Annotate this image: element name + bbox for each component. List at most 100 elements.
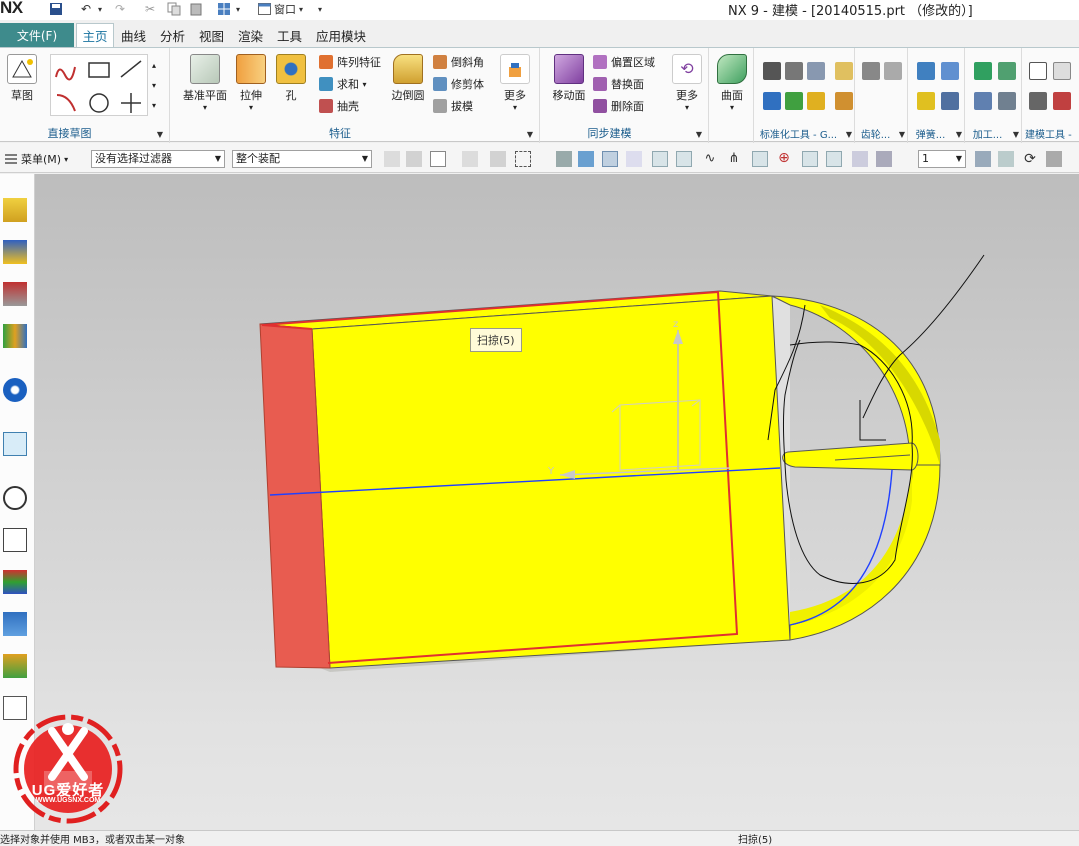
edge-blend-button[interactable]: 边倒圆	[389, 54, 427, 103]
feature-more-button[interactable]: 更多 ▾	[497, 54, 533, 112]
surface-point-snap-icon[interactable]	[852, 151, 868, 167]
solid-body-icon[interactable]	[556, 151, 572, 167]
spring-delete-icon[interactable]	[941, 92, 959, 110]
undo-icon[interactable]: ↶	[78, 1, 94, 17]
database-tool-icon[interactable]	[807, 62, 825, 80]
spring-group-dropdown-icon[interactable]: ▼	[956, 130, 962, 139]
replace-face-button[interactable]: 替换面	[593, 75, 644, 93]
center-tab[interactable]	[782, 442, 919, 471]
grid-tool-icon[interactable]	[763, 62, 781, 80]
unite-button[interactable]: 求和 ▾	[319, 75, 367, 93]
pattern-feature-button[interactable]: 阵列特征	[319, 53, 381, 71]
box-select-icon[interactable]	[515, 151, 531, 167]
point-on-curve-snap-icon[interactable]	[826, 151, 842, 167]
touch-mode-icon[interactable]	[216, 1, 232, 17]
spring-tool-icon[interactable]	[785, 92, 803, 110]
system-materials-icon[interactable]	[3, 528, 27, 552]
upper-arc-flange[interactable]	[771, 295, 941, 466]
shell-button[interactable]: 抽壳	[319, 97, 359, 115]
part-navigator-icon[interactable]	[3, 198, 27, 222]
profile-icon[interactable]	[55, 66, 76, 81]
graphics-window[interactable]: z Y 扫掠(5)	[35, 174, 1079, 830]
save-icon[interactable]	[48, 1, 64, 17]
process-studio-icon[interactable]	[3, 570, 27, 594]
manufacturing-wizard-icon[interactable]	[3, 612, 27, 636]
select-faces-icon[interactable]	[490, 151, 506, 167]
hd3d-tools-icon[interactable]	[3, 378, 27, 402]
touch-mode-dropdown-icon[interactable]: ▾	[234, 1, 242, 17]
customize-quick-access-icon[interactable]: ▾	[316, 1, 324, 17]
quadrant-snap-icon[interactable]: ⊕	[776, 151, 792, 167]
window-menu[interactable]: 窗口 ▾	[258, 1, 318, 17]
edit-tool-icon[interactable]	[1053, 92, 1071, 110]
copy-icon[interactable]	[166, 1, 182, 17]
gear-mesh-icon[interactable]	[884, 62, 902, 80]
triangle-tool-icon[interactable]	[1029, 62, 1047, 80]
reuse-library-icon[interactable]	[3, 324, 27, 348]
tab-applications[interactable]: 应用模块	[316, 23, 366, 47]
surface-button[interactable]: 曲面 ▾	[714, 54, 750, 112]
mid-point-snap-icon[interactable]	[676, 151, 692, 167]
sketch-gallery-scroll[interactable]: ▴ ▾ ▾	[152, 56, 156, 116]
rectangle-icon[interactable]	[88, 62, 110, 78]
move-face-button[interactable]: 移动面	[549, 54, 589, 103]
chamfer-button[interactable]: 倒斜角	[433, 53, 484, 71]
work-layer-select[interactable]: 1 ▼	[918, 150, 966, 168]
spring-icon[interactable]	[917, 62, 935, 80]
standard-tools-dropdown-icon[interactable]: ▼	[846, 130, 852, 139]
pen-icon[interactable]	[941, 62, 959, 80]
sync-group-dropdown-icon[interactable]: ▼	[696, 130, 702, 139]
line-icon[interactable]	[120, 60, 142, 78]
tab-tools[interactable]: 工具	[277, 23, 302, 47]
selection-scope-select[interactable]: 整个装配 ▼	[232, 150, 372, 168]
part-tool-icon[interactable]	[835, 92, 853, 110]
file-menu[interactable]: 文件(F)	[0, 23, 74, 47]
check-tool-icon[interactable]	[974, 62, 992, 80]
constraint-navigator-icon[interactable]	[3, 282, 27, 306]
bearing-tool-icon[interactable]	[807, 92, 825, 110]
offset-region-button[interactable]: 偏置区域	[593, 53, 655, 71]
feature-filter-icon[interactable]	[406, 151, 422, 167]
machining-tool-icon[interactable]	[998, 62, 1016, 80]
tab-home[interactable]: 主页	[76, 23, 114, 47]
fit-view-icon[interactable]	[975, 151, 991, 167]
menu-button[interactable]: 菜单(M) ▾	[4, 151, 68, 167]
grid-snap-icon[interactable]	[876, 151, 892, 167]
machining-group-dropdown-icon[interactable]: ▼	[1013, 130, 1019, 139]
model-view[interactable]	[35, 174, 1079, 830]
web-browser-icon[interactable]	[3, 432, 27, 456]
sketch-button[interactable]: 草图	[4, 54, 40, 103]
sheet-body-icon[interactable]	[578, 151, 594, 167]
curve-point-snap-icon[interactable]: ∿	[702, 151, 718, 167]
tab-view[interactable]: 视图	[199, 23, 224, 47]
datum-plane-button[interactable]: 基准平面 ▾	[179, 54, 231, 112]
circle-icon[interactable]	[89, 93, 109, 113]
trim-body-button[interactable]: 修剪体	[433, 75, 484, 93]
fastener-tool-icon[interactable]	[763, 92, 781, 110]
report-tool-icon[interactable]	[974, 92, 992, 110]
layer-tool-icon[interactable]	[785, 62, 803, 80]
redo-icon[interactable]: ↷	[112, 1, 128, 17]
pan-icon[interactable]	[1046, 151, 1062, 167]
tab-analysis[interactable]: 分析	[160, 23, 185, 47]
coil-icon[interactable]	[917, 92, 935, 110]
zoom-icon[interactable]	[998, 151, 1014, 167]
snap-point-icon[interactable]	[430, 151, 446, 167]
extrude-button[interactable]: 拉伸 ▾	[233, 54, 269, 112]
document-tool-icon[interactable]	[1029, 92, 1047, 110]
tab-render[interactable]: 渲染	[238, 23, 263, 47]
assembly-navigator-icon[interactable]	[3, 240, 27, 264]
tab-curve[interactable]: 曲线	[121, 23, 146, 47]
paste-icon[interactable]	[188, 1, 204, 17]
rotate-icon[interactable]: ⟳	[1022, 151, 1038, 167]
type-filter-select[interactable]: 没有选择过滤器 ▼	[91, 150, 225, 168]
box-front-face[interactable]	[311, 295, 791, 669]
bolt-tool-icon[interactable]	[835, 62, 853, 80]
existing-point-snap-icon[interactable]	[802, 151, 818, 167]
arc-icon[interactable]	[56, 94, 76, 112]
snap-settings-icon[interactable]	[626, 151, 642, 167]
square-tool-icon[interactable]	[1053, 62, 1071, 80]
delete-face-button[interactable]: 删除面	[593, 97, 644, 115]
arc-center-snap-icon[interactable]	[752, 151, 768, 167]
feature-group-dropdown-icon[interactable]: ▼	[527, 130, 533, 139]
